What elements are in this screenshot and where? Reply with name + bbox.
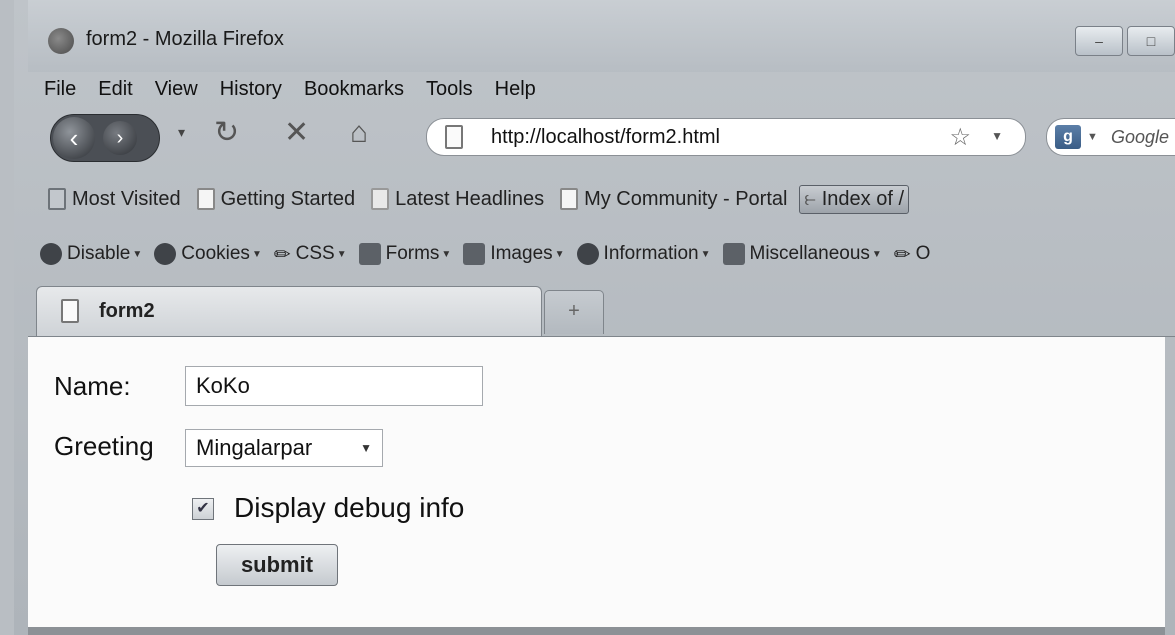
bookmark-most-visited[interactable]: Most Visited: [44, 186, 185, 213]
dropdown-icon: ▼: [554, 248, 565, 260]
page-icon: [196, 188, 215, 210]
dropdown-icon: ▼: [441, 248, 452, 260]
dropdown-icon: ▼: [336, 248, 347, 260]
dev-menu-label: Disable: [67, 243, 131, 264]
dev-outline-menu[interactable]: ✏ O: [894, 242, 931, 267]
reload-icon[interactable]: ↻: [214, 118, 239, 148]
browser-window: form2 - Mozilla Firefox – □ File Edit Vi…: [0, 0, 1175, 635]
bookmark-star-icon[interactable]: ☆: [949, 123, 971, 152]
url-text[interactable]: http://localhost/form2.html: [491, 126, 720, 149]
minimize-button[interactable]: –: [1075, 26, 1123, 56]
dev-information-menu[interactable]: Information ▼: [576, 243, 711, 265]
stop-icon[interactable]: ✕: [284, 118, 309, 148]
submit-button[interactable]: submit: [216, 544, 338, 586]
miscellaneous-icon: [722, 243, 745, 265]
page-content: Name: Greeting Mingalarpar ▼ ✔ Display d…: [28, 337, 1165, 627]
dev-menu-label: Images: [490, 243, 553, 264]
page-icon: [61, 299, 79, 323]
page-icon: [560, 188, 579, 210]
dropdown-icon: ▼: [251, 248, 262, 260]
bookmark-label: My Community - Portal: [584, 187, 788, 210]
rss-feed-icon: [371, 188, 390, 210]
window-title: form2 - Mozilla Firefox: [86, 28, 284, 50]
dev-cookies-menu[interactable]: Cookies ▼: [154, 243, 262, 265]
menu-help[interactable]: Help: [495, 78, 536, 101]
outline-icon: ✏: [893, 243, 911, 266]
search-placeholder[interactable]: Google: [1111, 127, 1169, 148]
name-input[interactable]: [185, 366, 483, 406]
bookmark-getting-started[interactable]: Getting Started: [193, 186, 360, 213]
maximize-button[interactable]: □: [1127, 26, 1175, 56]
back-button[interactable]: ‹: [53, 117, 95, 159]
menu-view[interactable]: View: [155, 78, 198, 101]
history-dropdown-icon[interactable]: ▾: [178, 124, 185, 141]
bookmark-label: Index of /: [821, 187, 905, 210]
dropdown-icon: ▼: [132, 248, 143, 260]
debug-checkbox[interactable]: ✔: [192, 498, 214, 520]
firefox-logo-icon: [48, 28, 74, 54]
menu-file[interactable]: File: [44, 78, 76, 101]
dropdown-icon: ▼: [871, 248, 882, 260]
dev-images-menu[interactable]: Images ▼: [463, 243, 565, 265]
cookies-icon: [154, 243, 177, 265]
chevron-down-icon: ▼: [360, 441, 372, 455]
images-icon: [463, 243, 486, 265]
most-visited-icon: [48, 188, 66, 210]
dev-disable-menu[interactable]: Disable ▼: [40, 243, 142, 265]
bookmarks-toolbar: Most Visited Getting Started Latest Head…: [28, 178, 1175, 220]
menu-bar: File Edit View History Bookmarks Tools H…: [28, 72, 1175, 106]
menu-edit[interactable]: Edit: [98, 78, 132, 101]
dev-menu-label: CSS: [295, 243, 335, 264]
name-label: Name:: [54, 371, 131, 401]
tab-label: form2: [99, 300, 155, 322]
bookmark-label: Latest Headlines: [395, 187, 545, 210]
tab-form2[interactable]: form2: [36, 286, 542, 336]
css-icon: ✏: [273, 243, 291, 266]
greeting-selected-value: Mingalarpar: [196, 435, 313, 460]
search-engine-icon[interactable]: g: [1055, 125, 1081, 149]
dev-menu-label: Forms: [385, 243, 440, 264]
bookmark-latest-headlines[interactable]: Latest Headlines: [367, 186, 548, 213]
dev-menu-label: O: [915, 243, 931, 264]
search-engine-dropdown-icon[interactable]: ▼: [1087, 131, 1098, 143]
navigation-toolbar: ‹ › ▾ ↻ ✕ ⌂ http://localhost/form2.html …: [28, 106, 1175, 170]
url-dropdown-icon[interactable]: ▼: [991, 129, 1003, 143]
dropdown-icon: ▼: [700, 248, 711, 260]
web-developer-toolbar: Disable ▼ Cookies ▼ ✏ CSS ▼ Forms ▼ Images ▼ …: [28, 234, 1175, 274]
greeting-label: Greeting: [54, 431, 154, 461]
status-bar: [28, 627, 1165, 635]
dev-menu-label: Miscellaneous: [749, 243, 870, 264]
dev-menu-label: Cookies: [181, 243, 250, 264]
information-icon: [576, 243, 599, 265]
url-bar[interactable]: http://localhost/form2.html ☆ ▼: [426, 118, 1026, 156]
page-icon: [445, 125, 463, 149]
bookmark-label: Getting Started: [220, 187, 356, 210]
greeting-select[interactable]: Mingalarpar ▼: [185, 429, 383, 467]
dev-miscellaneous-menu[interactable]: Miscellaneous ▼: [722, 243, 882, 265]
menu-tools[interactable]: Tools: [426, 78, 473, 101]
window-controls: – □: [1071, 26, 1175, 56]
bookmark-index-of[interactable]: ⥼ Index of /: [799, 184, 910, 214]
forward-button[interactable]: ›: [103, 121, 137, 155]
forms-icon: [358, 243, 381, 265]
title-bar: form2 - Mozilla Firefox – □: [28, 0, 1175, 72]
disable-icon: [40, 243, 62, 265]
menu-bookmarks[interactable]: Bookmarks: [304, 78, 404, 101]
home-icon[interactable]: ⌂: [350, 118, 368, 148]
search-box[interactable]: g ▼ Google: [1046, 118, 1175, 156]
debug-label: Display debug info: [234, 492, 465, 523]
back-forward-group: ‹ ›: [50, 114, 160, 162]
dev-menu-label: Information: [603, 243, 699, 264]
menu-history[interactable]: History: [220, 78, 282, 101]
bookmark-my-community[interactable]: My Community - Portal: [556, 186, 791, 213]
bookmark-label: Most Visited: [72, 187, 181, 210]
dev-css-menu[interactable]: ✏ CSS ▼: [274, 242, 347, 267]
dev-forms-menu[interactable]: Forms ▼: [358, 243, 452, 265]
index-icon: ⥼: [804, 187, 816, 210]
tab-strip: form2 +: [28, 280, 1175, 337]
new-tab-button[interactable]: +: [544, 290, 604, 334]
